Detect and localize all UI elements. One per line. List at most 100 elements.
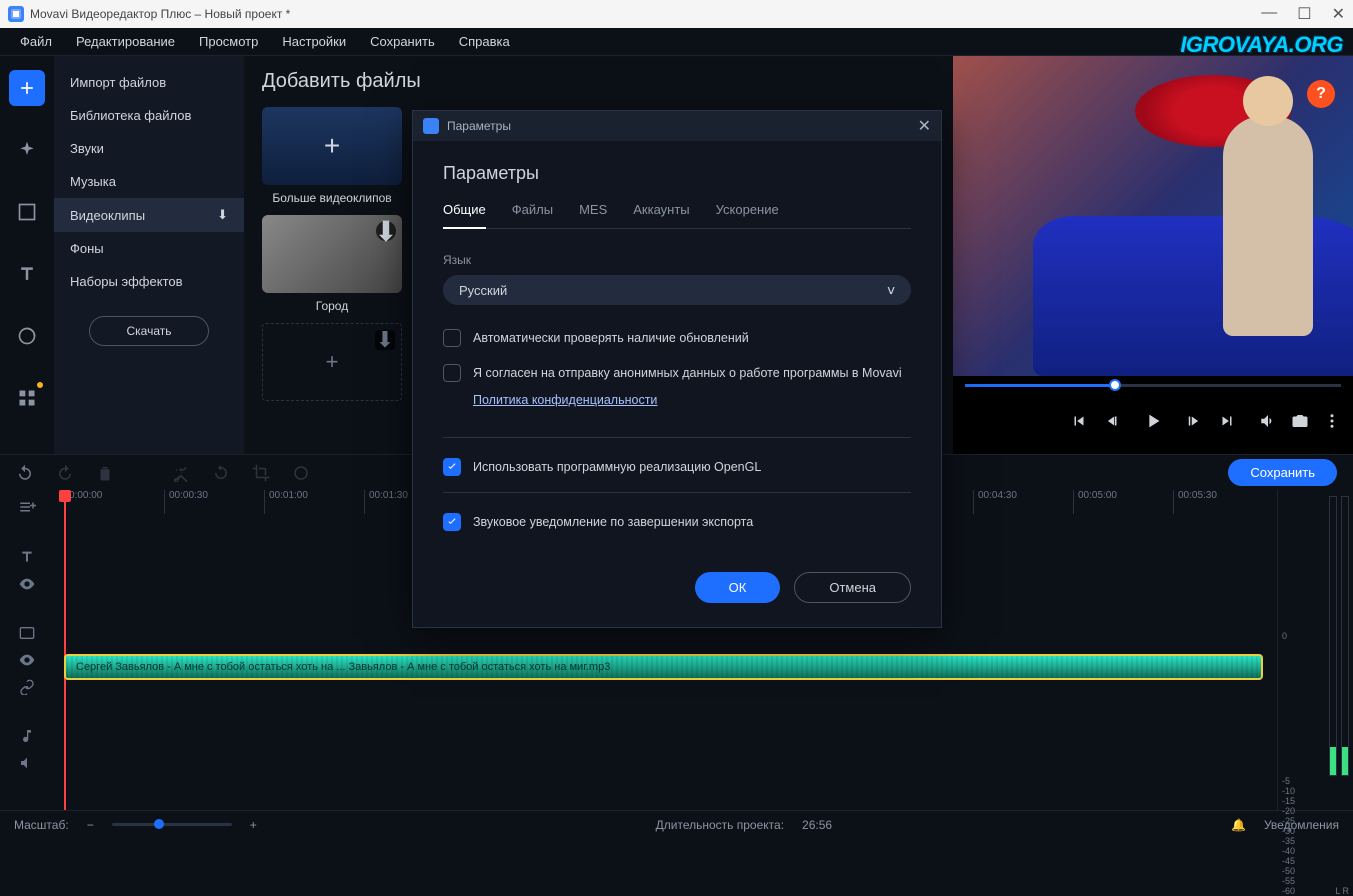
menu-edit[interactable]: Редактирование	[66, 30, 185, 53]
link-icon[interactable]	[19, 679, 35, 700]
tick: 0:00:00	[64, 490, 164, 514]
undo-icon[interactable]	[16, 464, 34, 482]
skip-start-icon[interactable]	[1070, 412, 1088, 430]
zoom-out-icon[interactable]: −	[87, 818, 94, 832]
preview-video[interactable]	[953, 56, 1353, 376]
rail-import-icon[interactable]	[9, 70, 45, 106]
window-maximize-button[interactable]: ☐	[1297, 4, 1311, 24]
sidebar-item-label: Видеоклипы	[70, 208, 145, 223]
crop-icon[interactable]	[252, 464, 270, 482]
menu-settings[interactable]: Настройки	[272, 30, 356, 53]
zoom-label: Масштаб:	[14, 818, 69, 832]
delete-icon[interactable]	[96, 464, 114, 482]
more-icon[interactable]	[1323, 412, 1341, 430]
scrubber-knob[interactable]	[1109, 379, 1121, 391]
export-button[interactable]: Сохранить	[1228, 459, 1337, 486]
content-heading: Добавить файлы	[262, 70, 935, 93]
preview-controls	[953, 396, 1353, 446]
meter-tick: -10	[1282, 786, 1349, 796]
window-minimize-button[interactable]: —	[1261, 4, 1277, 24]
color-icon[interactable]	[292, 464, 310, 482]
timeline-rail	[0, 490, 54, 810]
city-thumb[interactable]: ⬇	[262, 215, 402, 293]
volume-icon[interactable]	[1259, 412, 1277, 430]
language-select[interactable]: Русский ⅴ	[443, 275, 911, 305]
eye-icon[interactable]	[19, 652, 35, 673]
zoom-in-icon[interactable]: +	[250, 818, 257, 832]
meter-tick: -50	[1282, 866, 1349, 876]
frame-forward-icon[interactable]	[1182, 412, 1200, 430]
menu-file[interactable]: Файл	[10, 30, 62, 53]
text-track-icon[interactable]	[19, 549, 35, 570]
sidebar-item-label: Импорт файлов	[70, 75, 166, 90]
dialog-close-button[interactable]: ✕	[918, 116, 931, 136]
left-rail	[0, 56, 54, 454]
sidebar-item-music[interactable]: Музыка	[54, 165, 244, 198]
tab-files[interactable]: Файлы	[512, 202, 553, 228]
eye-icon[interactable]	[19, 576, 35, 597]
ok-button[interactable]: ОК	[695, 572, 781, 603]
meter-tick: -20	[1282, 806, 1349, 816]
meter-tick: -55	[1282, 876, 1349, 886]
sidebar-item-library[interactable]: Библиотека файлов	[54, 99, 244, 132]
snapshot-icon[interactable]	[1291, 412, 1309, 430]
audio-clip[interactable]: Сергей Завьялов - А мне с тобой остаться…	[64, 654, 1263, 680]
tab-accounts[interactable]: Аккаунты	[633, 202, 689, 228]
checkbox-sound[interactable]	[443, 513, 461, 531]
export-button-label: Сохранить	[1250, 465, 1315, 480]
category-list: Импорт файлов Библиотека файлов Звуки Му…	[54, 56, 244, 454]
preview-scrubber[interactable]	[953, 376, 1353, 396]
menu-view[interactable]: Просмотр	[189, 30, 268, 53]
download-button-label: Скачать	[127, 324, 172, 338]
audio-meters: 0 -5 -10 -15 -20 -25 -30 -35 -40 -45 -50…	[1277, 490, 1353, 810]
tile-add[interactable]: + Больше видеоклипов	[262, 107, 402, 205]
frame-back-icon[interactable]	[1106, 412, 1124, 430]
window-close-button[interactable]: ✕	[1332, 4, 1345, 24]
play-icon[interactable]	[1142, 410, 1164, 432]
language-value: Русский	[459, 283, 507, 298]
download-button[interactable]: Скачать	[89, 316, 209, 346]
help-label: ?	[1316, 85, 1326, 103]
bell-icon[interactable]: 🔔	[1231, 818, 1246, 832]
chevron-down-icon: ⅴ	[887, 282, 895, 298]
rail-filters-icon[interactable]	[9, 132, 45, 168]
zoom-slider[interactable]	[112, 823, 232, 826]
sidebar-item-backgrounds[interactable]: Фоны	[54, 232, 244, 265]
sidebar-item-effects[interactable]: Наборы эффектов	[54, 265, 244, 298]
menu-save[interactable]: Сохранить	[360, 30, 445, 53]
video-track-icon[interactable]	[19, 625, 35, 646]
tile-city[interactable]: ⬇ Город	[262, 215, 402, 313]
rail-text-icon[interactable]	[9, 256, 45, 292]
privacy-link[interactable]: Политика конфиденциальности	[473, 393, 911, 407]
dialog-app-icon	[423, 118, 439, 134]
add-clip-box[interactable]: +	[262, 107, 402, 185]
menu-help[interactable]: Справка	[449, 30, 520, 53]
dialog-heading: Параметры	[443, 163, 911, 184]
meter-tick: -60	[1282, 886, 1295, 896]
tick: 00:00:30	[164, 490, 264, 514]
redo-icon[interactable]	[56, 464, 74, 482]
audio-track-lane[interactable]: Сергей Завьялов - А мне с тобой остаться…	[54, 650, 1273, 684]
tab-general[interactable]: Общие	[443, 202, 486, 229]
checkbox-updates[interactable]	[443, 329, 461, 347]
tab-mes[interactable]: MES	[579, 202, 607, 228]
checkbox-opengl[interactable]	[443, 458, 461, 476]
audio-track-icon[interactable]	[19, 728, 35, 749]
rotate-icon[interactable]	[212, 464, 230, 482]
help-button[interactable]: ?	[1307, 80, 1335, 108]
speaker-icon[interactable]	[19, 755, 35, 776]
cancel-button[interactable]: Отмена	[794, 572, 911, 603]
rail-more-icon[interactable]	[9, 380, 45, 416]
rail-titles-icon[interactable]	[9, 194, 45, 230]
zoom-knob[interactable]	[154, 819, 164, 829]
checkbox-analytics[interactable]	[443, 364, 461, 382]
empty-tile[interactable]: +⬇	[262, 323, 402, 401]
add-track-icon[interactable]	[18, 498, 36, 521]
sidebar-item-sounds[interactable]: Звуки	[54, 132, 244, 165]
rail-stickers-icon[interactable]	[9, 318, 45, 354]
skip-end-icon[interactable]	[1218, 412, 1236, 430]
cut-icon[interactable]	[172, 464, 190, 482]
sidebar-item-import[interactable]: Импорт файлов	[54, 66, 244, 99]
sidebar-item-videoclips[interactable]: Видеоклипы⬇	[54, 198, 244, 232]
tab-acceleration[interactable]: Ускорение	[716, 202, 779, 228]
